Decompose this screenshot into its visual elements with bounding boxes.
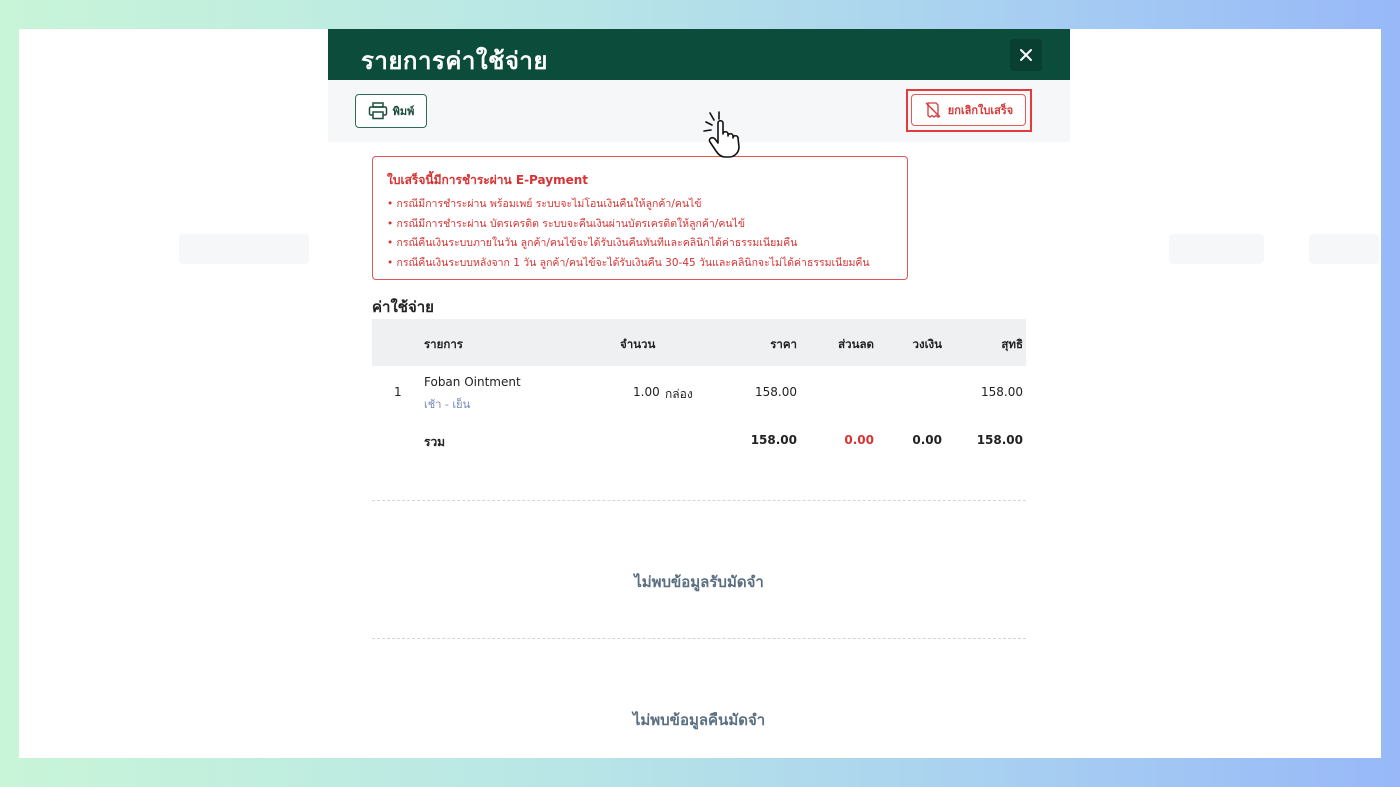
background-placeholder (1169, 234, 1264, 264)
warning-title: ใบเสร็จนี้มีการชำระผ่าน E-Payment (387, 173, 588, 187)
modal-toolbar: พิมพ์ ยกเลิกใบเสร็จ (328, 80, 1070, 142)
item-usage: เช้า - เย็น (424, 398, 471, 411)
section-divider (372, 500, 1026, 501)
warning-item: • กรณีคืนเงินระบบหลังจาก 1 วัน ลูกค้า/คน… (387, 256, 870, 269)
deposit-received-empty: ไม่พบข้อมูลรับมัดจำ (634, 573, 764, 591)
expense-modal: รายการค่าใช้จ่าย พิมพ์ ยกเลิกใบเสร็จ ใบเ… (328, 29, 1070, 758)
table-row[interactable]: 1 Foban Ointment เช้า - เย็น 1.00 กล่อง … (372, 366, 1026, 423)
row-number: 1 (394, 385, 402, 399)
total-net: 158.00 (976, 433, 1023, 447)
total-discount: 0.00 (844, 433, 874, 447)
item-net: 158.00 (981, 385, 1023, 399)
deposit-returned-empty: ไม่พบข้อมูลคืนมัดจำ (632, 711, 766, 729)
header-price: ราคา (770, 337, 797, 351)
modal-header: รายการค่าใช้จ่าย (328, 29, 1070, 80)
receipt-cancel-icon (925, 102, 941, 119)
cancel-receipt-label: ยกเลิกใบเสร็จ (947, 104, 1014, 117)
epayment-warning: ใบเสร็จนี้มีการชำระผ่าน E-Payment • กรณี… (372, 156, 908, 280)
table-total-row: รวม 158.00 0.00 0.00 158.00 (372, 423, 1026, 463)
hand-pointer-icon (703, 111, 740, 158)
section-divider (372, 638, 1026, 639)
background-placeholder (179, 234, 309, 264)
print-button[interactable]: พิมพ์ (355, 94, 427, 128)
total-price: 158.00 (750, 433, 797, 447)
cancel-receipt-highlight: ยกเลิกใบเสร็จ (906, 89, 1032, 132)
close-icon (1020, 49, 1032, 61)
item-unit: กล่อง (665, 387, 693, 401)
screen-canvas: รายการค่าใช้จ่าย พิมพ์ ยกเลิกใบเสร็จ ใบเ… (19, 29, 1381, 758)
cancel-receipt-button[interactable]: ยกเลิกใบเสร็จ (911, 94, 1026, 126)
expense-table: รายการ จำนวน ราคา ส่วนลด วงเงิน สุทธิ 1 … (372, 319, 1026, 463)
header-item: รายการ (424, 337, 463, 351)
header-discount: ส่วนลด (838, 337, 874, 351)
table-header: รายการ จำนวน ราคา ส่วนลด วงเงิน สุทธิ (372, 319, 1026, 366)
expenses-section-title: ค่าใช้จ่าย (372, 298, 434, 316)
printer-icon (368, 102, 387, 120)
total-label: รวม (424, 435, 446, 449)
item-name: Foban Ointment (424, 375, 521, 389)
print-label: พิมพ์ (392, 105, 415, 118)
modal-title: รายการค่าใช้จ่าย (361, 47, 548, 75)
warning-item: • กรณีคืนเงินระบบภายในวัน ลูกค้า/คนไข้จะ… (387, 237, 798, 249)
item-price: 158.00 (755, 385, 797, 399)
warning-item: • กรณีมีการชำระผ่าน บัตรเครดิต ระบบจะคืน… (387, 217, 745, 230)
item-qty: 1.00 (633, 385, 660, 399)
header-qty: จำนวน (620, 337, 656, 351)
header-net: สุทธิ (1001, 337, 1023, 351)
warning-item: • กรณีมีการชำระผ่าน พร้อมเพย์ ระบบจะไม่โ… (387, 198, 702, 210)
total-credit: 0.00 (912, 433, 942, 447)
close-button[interactable] (1010, 39, 1042, 71)
header-credit: วงเงิน (912, 337, 942, 351)
background-placeholder (1309, 234, 1379, 264)
